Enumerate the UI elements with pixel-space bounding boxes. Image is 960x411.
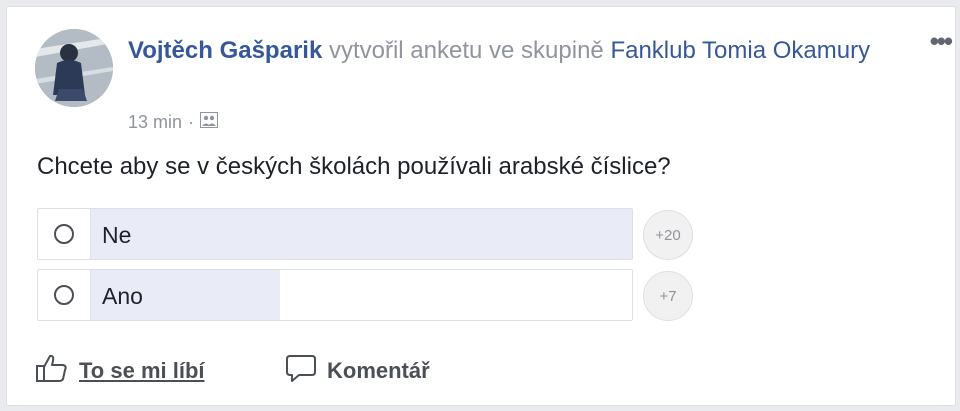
- group-icon: [200, 111, 219, 133]
- author-link[interactable]: Vojtěch Gašparik: [128, 37, 322, 64]
- poll-question: Chcete aby se v českých školách používal…: [37, 153, 671, 180]
- avatar-photo: [35, 29, 113, 107]
- post-meta: 13 min ·: [128, 110, 219, 134]
- comment-bubble-icon: [285, 353, 317, 389]
- poll-option-ne[interactable]: Ne: [37, 208, 633, 260]
- radio-button[interactable]: [54, 224, 74, 244]
- post-header: Vojtěch Gašparik vytvořil anketu ve skup…: [128, 33, 898, 69]
- group-link[interactable]: Fanklub Tomia Okamury: [610, 37, 870, 64]
- vote-count-badge[interactable]: +20: [643, 210, 693, 260]
- comment-button[interactable]: Komentář: [285, 353, 430, 389]
- timestamp[interactable]: 13 min: [128, 112, 182, 133]
- poll-option-fill: [90, 209, 632, 259]
- post-card: Vojtěch Gašparik vytvořil anketu ve skup…: [6, 6, 956, 406]
- like-label: To se mi líbí: [79, 358, 205, 383]
- like-button[interactable]: To se mi líbí: [35, 353, 205, 389]
- poll-option-label: Ne: [102, 222, 132, 248]
- meta-separator: ·: [188, 111, 195, 132]
- poll-option-divider: [90, 209, 91, 259]
- more-options-button[interactable]: •••: [930, 28, 953, 54]
- avatar[interactable]: [35, 29, 113, 107]
- comment-label: Komentář: [327, 358, 430, 383]
- poll-option-divider: [90, 270, 91, 320]
- thumbs-up-icon: [35, 353, 69, 389]
- post-action-text: vytvořil anketu ve skupině: [322, 37, 611, 64]
- radio-button[interactable]: [54, 285, 74, 305]
- poll-option-ano[interactable]: Ano: [37, 269, 633, 321]
- poll-option-label: Ano: [102, 283, 143, 309]
- vote-count-badge[interactable]: +7: [643, 271, 693, 321]
